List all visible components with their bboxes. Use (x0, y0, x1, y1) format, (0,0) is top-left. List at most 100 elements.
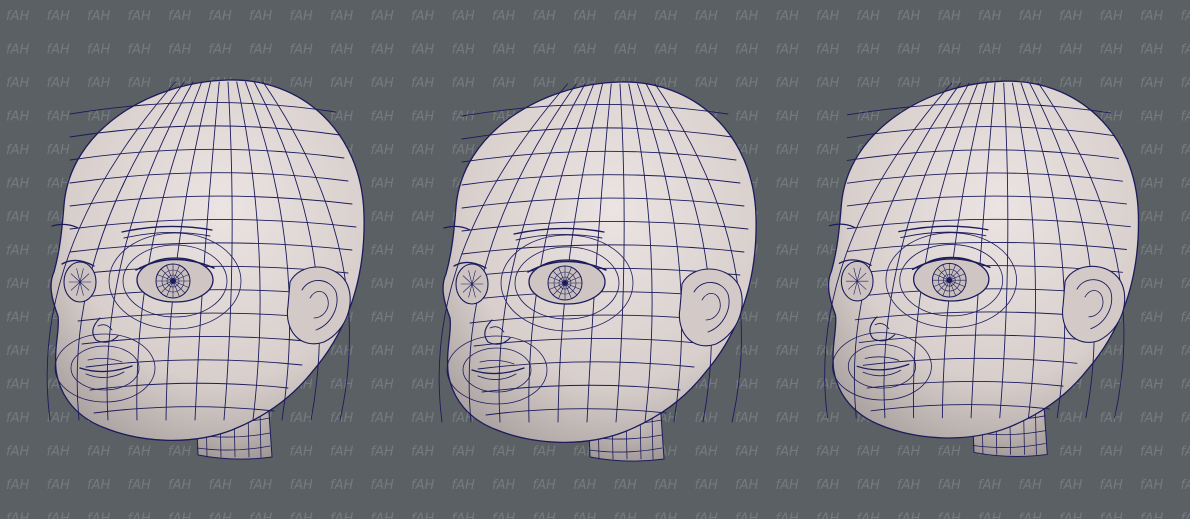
watermark-text: fAH (371, 512, 394, 519)
watermark-text: fAH (411, 244, 434, 259)
watermark-text: fAH (1059, 512, 1082, 519)
watermark-text: fAH (816, 177, 839, 192)
watermark-text: fAH (87, 512, 110, 519)
head-left (46, 79, 365, 460)
watermark-text: fAH (371, 311, 394, 326)
watermark-text: fAH (897, 512, 920, 519)
watermark-text: fAH (47, 110, 70, 125)
watermark-text: fAH (411, 210, 434, 225)
watermark-text: fAH (411, 478, 434, 493)
watermark-text: fAH (1181, 244, 1190, 259)
head-middle (438, 81, 757, 462)
watermark-text: fAH (1140, 277, 1163, 292)
scene-canvas: fAH fAH fAH fAH fAH fAH fAH fAH fAH fAH fAH fAH fAH f… (6, 9, 1190, 519)
head-shape (827, 80, 1140, 439)
head-right (824, 80, 1140, 457)
watermark-text: fAH (1140, 244, 1163, 259)
watermark-text: fAH (533, 76, 556, 91)
watermark-text: fAH (47, 478, 70, 493)
watermark-text: fAH (978, 478, 1001, 493)
watermark-text: fAH (938, 512, 961, 519)
watermark-text: fAH (533, 445, 556, 460)
watermark-text: fAH (1019, 43, 1042, 58)
watermark-text: fAH (6, 344, 29, 359)
watermark-text: fAH (6, 311, 29, 326)
watermark-text: fAH (1140, 411, 1163, 426)
watermark-text: fAH (735, 43, 758, 58)
watermark-text: fAH (573, 9, 596, 24)
watermark-text: fAH (1181, 478, 1190, 493)
watermark-text: fAH (776, 478, 799, 493)
watermark-text: fAH (492, 478, 515, 493)
watermark-text: fAH (816, 411, 839, 426)
watermark-text: fAH (695, 43, 718, 58)
watermark-text: fAH (128, 478, 151, 493)
watermark-text: fAH (735, 445, 758, 460)
watermark-text: fAH (249, 512, 272, 519)
watermark-text: fAH (1140, 177, 1163, 192)
heads-layer (46, 79, 1140, 462)
watermark-text: fAH (1140, 143, 1163, 158)
watermark-text: fAH (857, 478, 880, 493)
watermark-text: fAH (492, 9, 515, 24)
watermark-text: fAH (938, 478, 961, 493)
watermark-text: fAH (168, 43, 191, 58)
watermark-text: fAH (47, 512, 70, 519)
watermark-text: fAH (695, 76, 718, 91)
watermark-text: fAH (330, 76, 353, 91)
watermark-text: fAH (1059, 478, 1082, 493)
pupil-shape (170, 278, 176, 284)
watermark-text: fAH (452, 445, 475, 460)
watermark-text: fAH (776, 43, 799, 58)
watermark-text: fAH (857, 445, 880, 460)
watermark-text: fAH (1181, 177, 1190, 192)
watermark-text: fAH (1140, 9, 1163, 24)
watermark-text: fAH (87, 76, 110, 91)
watermark-text: fAH (371, 378, 394, 393)
watermark-text: fAH (1059, 445, 1082, 460)
watermark-text: fAH (1181, 277, 1190, 292)
watermark-text: fAH (371, 244, 394, 259)
watermark-text: fAH (978, 512, 1001, 519)
watermark-text: fAH (735, 110, 758, 125)
watermark-text: fAH (695, 512, 718, 519)
watermark-text: fAH (249, 9, 272, 24)
watermark-text: fAH (533, 478, 556, 493)
watermark-text: fAH (411, 9, 434, 24)
watermark-text: fAH (290, 512, 313, 519)
watermark-text: fAH (371, 478, 394, 493)
watermark-text: fAH (1100, 76, 1123, 91)
watermark-text: fAH (695, 478, 718, 493)
watermark-text: fAH (6, 76, 29, 91)
watermark-text: fAH (168, 445, 191, 460)
watermark-text: fAH (6, 378, 29, 393)
watermark-text: fAH (492, 43, 515, 58)
watermark-text: fAH (735, 478, 758, 493)
pupil-shape (562, 280, 568, 286)
watermark-text: fAH (371, 76, 394, 91)
viewport: fAH fAH fAH fAH fAH fAH fAH fAH fAH fAH fAH fAH fAH f… (0, 0, 1190, 519)
watermark-text: fAH (290, 43, 313, 58)
watermark-text: fAH (776, 244, 799, 259)
watermark-text: fAH (411, 43, 434, 58)
watermark-text: fAH (371, 411, 394, 426)
watermark-text: fAH (1181, 110, 1190, 125)
watermark-text: fAH (897, 76, 920, 91)
watermark-text: fAH (1140, 110, 1163, 125)
watermark-text: fAH (1181, 76, 1190, 91)
watermark-text: fAH (290, 76, 313, 91)
watermark-text: fAH (776, 177, 799, 192)
watermark-text: fAH (614, 43, 637, 58)
watermark-text: fAH (209, 478, 232, 493)
watermark-text: fAH (452, 143, 475, 158)
watermark-text: fAH (452, 110, 475, 125)
watermark-text: fAH (330, 43, 353, 58)
watermark-text: fAH (6, 445, 29, 460)
watermark-text: fAH (330, 478, 353, 493)
watermark-text: fAH (452, 43, 475, 58)
watermark-text: fAH (168, 512, 191, 519)
watermark-text: fAH (695, 411, 718, 426)
watermark-text: fAH (209, 9, 232, 24)
watermark-text: fAH (47, 143, 70, 158)
watermark-text: fAH (1140, 478, 1163, 493)
